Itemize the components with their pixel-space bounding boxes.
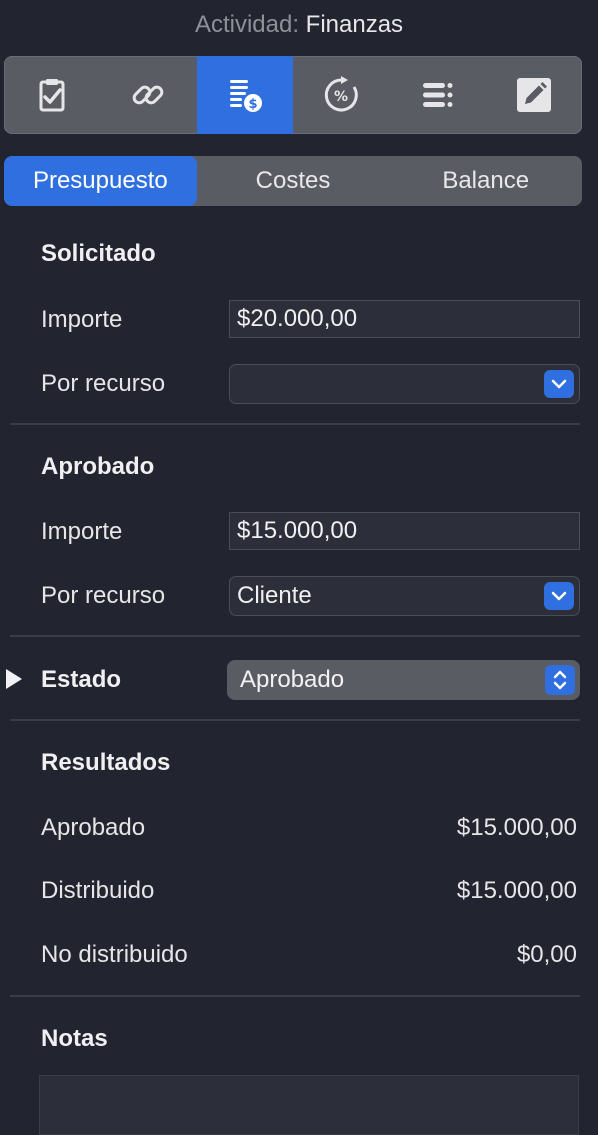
notas-title: Notas (41, 1025, 108, 1052)
resultados-aprobado-value: $15.000,00 (456, 814, 577, 841)
inspector-toolbar: $ % (4, 56, 582, 134)
solicitado-recurso-label: Por recurso (41, 370, 166, 397)
aprobado-recurso-value: Cliente (237, 582, 312, 609)
toolbar-button-progress[interactable]: % (293, 56, 389, 134)
percent-cycle-icon: % (324, 76, 358, 112)
toolbar-button-finance[interactable]: $ (196, 56, 293, 134)
resultados-no-distribuido-label: No distribuido (41, 941, 188, 968)
edit-pencil-icon (516, 78, 551, 112)
resultados-title: Resultados (41, 749, 171, 776)
link-icon (133, 85, 164, 105)
list-icon (423, 83, 453, 107)
header-title: Finanzas (305, 11, 404, 38)
aprobado-importe-field[interactable]: $15.000,00 (229, 512, 580, 550)
tab-presupuesto[interactable]: Presupuesto (4, 156, 197, 206)
disclosure-triangle-icon[interactable] (6, 669, 22, 689)
estado-value: Aprobado (240, 666, 345, 693)
inspector-header: Actividad: Finanzas (0, 0, 598, 50)
divider (10, 635, 580, 637)
solicitado-title: Solicitado (41, 240, 156, 267)
solicitado-importe-label: Importe (41, 306, 123, 333)
finance-tabs: Presupuesto Costes Balance (4, 156, 582, 206)
aprobado-title: Aprobado (41, 453, 155, 480)
aprobado-importe-label: Importe (41, 518, 123, 545)
toolbar-button-dependencies[interactable] (100, 56, 196, 134)
svg-text:$: $ (248, 97, 257, 112)
notes-textarea[interactable] (39, 1075, 579, 1135)
toolbar-button-structure[interactable] (389, 56, 485, 134)
tab-balance[interactable]: Balance (389, 156, 582, 206)
svg-text:%: % (334, 89, 348, 105)
toolbar-button-general[interactable] (4, 56, 100, 134)
solicitado-recurso-select[interactable] (229, 364, 580, 404)
divider (10, 995, 580, 997)
up-down-chevron-icon[interactable] (545, 665, 575, 695)
estado-label: Estado (41, 666, 122, 693)
tab-costes[interactable]: Costes (197, 156, 390, 206)
chevron-down-icon[interactable] (544, 370, 574, 398)
finance-coins-icon: $ (229, 80, 262, 112)
resultados-distribuido-value: $15.000,00 (456, 877, 577, 904)
clipboard-check-icon (39, 79, 65, 112)
resultados-no-distribuido-value: $0,00 (516, 941, 577, 968)
aprobado-recurso-select[interactable]: Cliente (229, 576, 580, 616)
resultados-distribuido-label: Distribuido (41, 877, 155, 904)
aprobado-recurso-label: Por recurso (41, 582, 166, 609)
chevron-down-icon[interactable] (544, 582, 574, 610)
header-prefix: Actividad: (194, 11, 299, 38)
divider (10, 423, 580, 425)
divider (10, 719, 580, 721)
resultados-aprobado-label: Aprobado (41, 814, 146, 841)
toolbar-button-notes[interactable] (486, 56, 582, 134)
estado-popup[interactable]: Aprobado (227, 660, 580, 700)
solicitado-importe-field[interactable]: $20.000,00 (229, 300, 580, 338)
